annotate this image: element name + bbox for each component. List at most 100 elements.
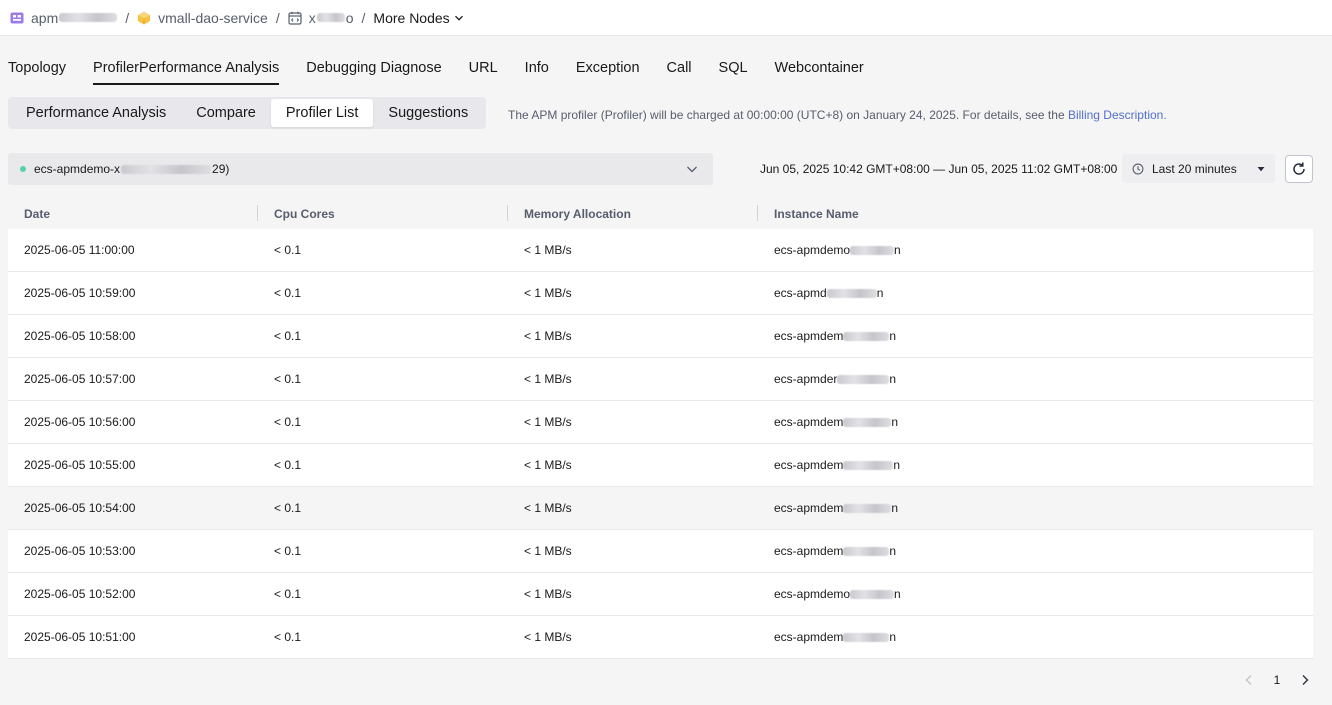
cell-date: 2025-06-05 11:00:00 [24, 243, 135, 257]
breadcrumb-separator: / [275, 9, 280, 26]
instance-select[interactable]: ecs-apmdemo-x 29) [8, 153, 713, 185]
cell-cpu-cores: < 0.1 [274, 243, 302, 257]
billing-notice-end: . [1163, 108, 1167, 122]
cell-memory-allocation: < 1 MB/s [524, 372, 572, 386]
table-row[interactable]: 2025-06-05 10:54:00 < 0.1 < 1 MB/s ecs-apmd… [8, 487, 1313, 530]
cell-instance-name: ecs-apmder n [758, 372, 1313, 386]
time-preset-picker[interactable]: Last 20 minutes [1122, 154, 1275, 183]
cell-memory-allocation: < 1 MB/s [524, 329, 572, 343]
redacted-text [843, 504, 892, 514]
instance-name-suffix: n [889, 329, 897, 343]
tab-topology[interactable]: Topology [8, 60, 66, 85]
cell-instance-name: ecs-apmdemo n [758, 587, 1313, 601]
instance-name-prefix: ecs-apmdem [774, 329, 844, 343]
table-row[interactable]: 2025-06-05 10:56:00 < 0.1 < 1 MB/s ecs-apmd… [8, 401, 1313, 444]
time-range-text: Jun 05, 2025 10:42 GMT+08:00 — Jun 05, 2… [760, 162, 1118, 176]
cell-cpu-cores: < 0.1 [274, 415, 302, 429]
breadcrumb-node[interactable]: x o [288, 10, 354, 26]
instance-name-suffix: n [889, 372, 897, 386]
breadcrumb-separator: / [125, 9, 130, 26]
breadcrumb-node-prefix: x [308, 9, 316, 26]
time-preset-label: Last 20 minutes [1152, 161, 1237, 176]
instance-name-suffix: n [894, 587, 901, 601]
breadcrumb-app[interactable]: apm [10, 10, 118, 26]
breadcrumb-separator: / [361, 9, 366, 26]
redacted-text [843, 461, 894, 471]
cell-instance-name: ecs-apmdemo n [758, 243, 1313, 257]
table-row[interactable]: 2025-06-05 10:55:00 < 0.1 < 1 MB/s ecs-apmd… [8, 444, 1313, 487]
instance-name-suffix: n [876, 286, 884, 300]
cube-icon [137, 11, 151, 25]
cell-cpu-cores: < 0.1 [274, 329, 302, 343]
main-tabs: Topology ProfilerPerformance Analysis De… [0, 37, 1332, 85]
cell-memory-allocation: < 1 MB/s [524, 501, 572, 515]
subtab-profiler-list[interactable]: Profiler List [270, 99, 374, 127]
breadcrumb-service[interactable]: vmall-dao-service [137, 10, 268, 26]
caret-down-icon[interactable] [1247, 154, 1275, 183]
app-grid-icon [10, 11, 24, 25]
subtab-performance-analysis[interactable]: Performance Analysis [11, 99, 181, 127]
instance-select-suffix: 29) [212, 162, 230, 176]
tab-webcontainer[interactable]: Webcontainer [775, 60, 864, 85]
redacted-text [316, 13, 345, 22]
table-row[interactable]: 2025-06-05 10:59:00 < 0.1 < 1 MB/s ecs-apmd… [8, 272, 1313, 315]
cell-cpu-cores: < 0.1 [274, 630, 302, 644]
redacted-text [843, 547, 890, 557]
calendar-node-icon [288, 11, 302, 25]
tab-sql[interactable]: SQL [719, 60, 748, 85]
tab-debugging-diagnose[interactable]: Debugging Diagnose [306, 60, 441, 85]
instance-name-prefix: ecs-apmder [774, 372, 838, 386]
cell-date: 2025-06-05 10:55:00 [24, 458, 136, 472]
chevron-left-icon[interactable] [1240, 674, 1258, 686]
tab-info[interactable]: Info [525, 60, 549, 85]
breadcrumb-node-suffix: o [345, 9, 354, 26]
table-header: Date Cpu Cores Memory Allocation Instanc… [8, 199, 1313, 229]
profiler-table: Date Cpu Cores Memory Allocation Instanc… [8, 199, 1313, 659]
chevron-down-icon [687, 166, 697, 173]
redacted-text [837, 375, 890, 385]
instance-select-prefix: ecs-apmdemo-x [34, 162, 121, 176]
cell-date: 2025-06-05 10:56:00 [24, 415, 136, 429]
refresh-button[interactable] [1285, 155, 1313, 183]
chevron-right-icon[interactable] [1296, 674, 1314, 686]
cell-instance-name: ecs-apmdem n [758, 415, 1313, 429]
redacted-text [843, 332, 890, 342]
cell-instance-name: ecs-apmdem n [758, 501, 1313, 515]
subtab-suggestions[interactable]: Suggestions [373, 99, 483, 127]
column-header-instance-name: Instance Name [774, 207, 859, 221]
billing-description-link[interactable]: Billing Description [1068, 108, 1163, 122]
page-number[interactable]: 1 [1258, 673, 1296, 687]
more-nodes-dropdown[interactable]: More Nodes [373, 10, 463, 26]
cell-memory-allocation: < 1 MB/s [524, 286, 572, 300]
table-row[interactable]: 2025-06-05 10:52:00 < 0.1 < 1 MB/s ecs-apmd… [8, 573, 1313, 616]
instance-name-suffix: n [889, 544, 897, 558]
instance-name-prefix: ecs-apmdem [774, 415, 844, 429]
cell-date: 2025-06-05 10:57:00 [24, 372, 136, 386]
redacted-text [59, 13, 118, 22]
cell-cpu-cores: < 0.1 [274, 587, 302, 601]
tab-profiler-performance-analysis[interactable]: ProfilerPerformance Analysis [93, 60, 280, 85]
cell-memory-allocation: < 1 MB/s [524, 243, 572, 257]
breadcrumb-service-label: vmall-dao-service [158, 9, 268, 26]
tab-call[interactable]: Call [667, 60, 692, 85]
cell-date: 2025-06-05 10:52:00 [24, 587, 136, 601]
redacted-text [850, 246, 895, 256]
subtab-compare[interactable]: Compare [181, 99, 271, 127]
table-row[interactable]: 2025-06-05 10:58:00 < 0.1 < 1 MB/s ecs-apmd… [8, 315, 1313, 358]
cell-cpu-cores: < 0.1 [274, 372, 302, 386]
tab-exception[interactable]: Exception [576, 60, 640, 85]
cell-date: 2025-06-05 10:54:00 [24, 501, 136, 515]
table-row[interactable]: 2025-06-05 10:51:00 < 0.1 < 1 MB/s ecs-apmd… [8, 616, 1313, 659]
cell-instance-name: ecs-apmdem n [758, 544, 1313, 558]
redacted-text [850, 590, 895, 600]
column-header-memory-allocation: Memory Allocation [508, 205, 758, 221]
table-row[interactable]: 2025-06-05 10:57:00 < 0.1 < 1 MB/s ecs-apmd… [8, 358, 1313, 401]
chevron-down-icon [454, 15, 463, 21]
cell-date: 2025-06-05 10:58:00 [24, 329, 136, 343]
cell-cpu-cores: < 0.1 [274, 286, 302, 300]
table-row[interactable]: 2025-06-05 10:53:00 < 0.1 < 1 MB/s ecs-apmd… [8, 530, 1313, 573]
instance-name-suffix: n [889, 630, 897, 644]
instance-name-prefix: ecs-apmdem [774, 501, 844, 515]
table-row[interactable]: 2025-06-05 11:00:00 < 0.1 < 1 MB/s ecs-apmd… [8, 229, 1313, 272]
tab-url[interactable]: URL [469, 60, 498, 85]
